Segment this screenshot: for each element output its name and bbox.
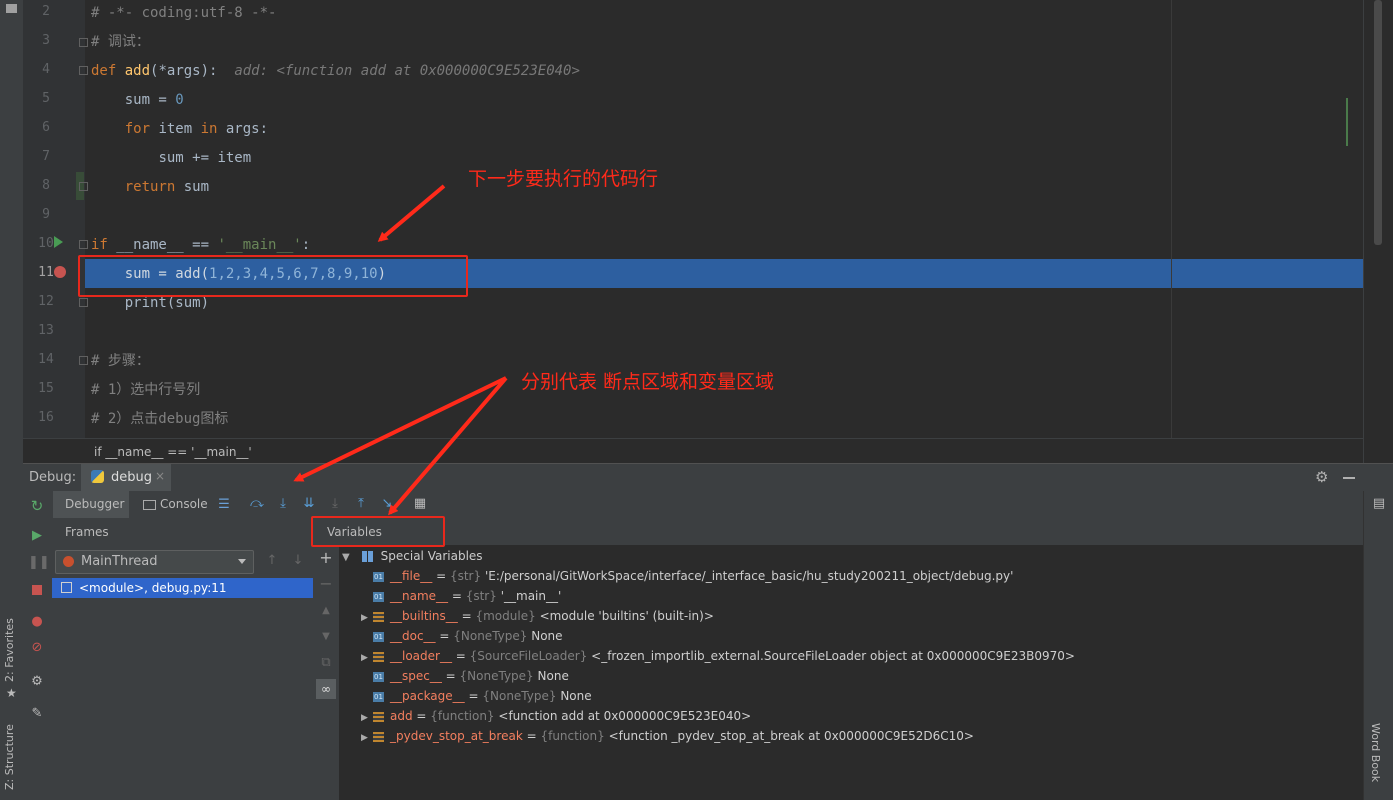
arrow-to-current-line (377, 184, 446, 242)
arrow-to-breakpoint-area (293, 376, 507, 482)
arrow-to-variables-area (388, 376, 508, 516)
annotation-arrows (293, 184, 508, 516)
